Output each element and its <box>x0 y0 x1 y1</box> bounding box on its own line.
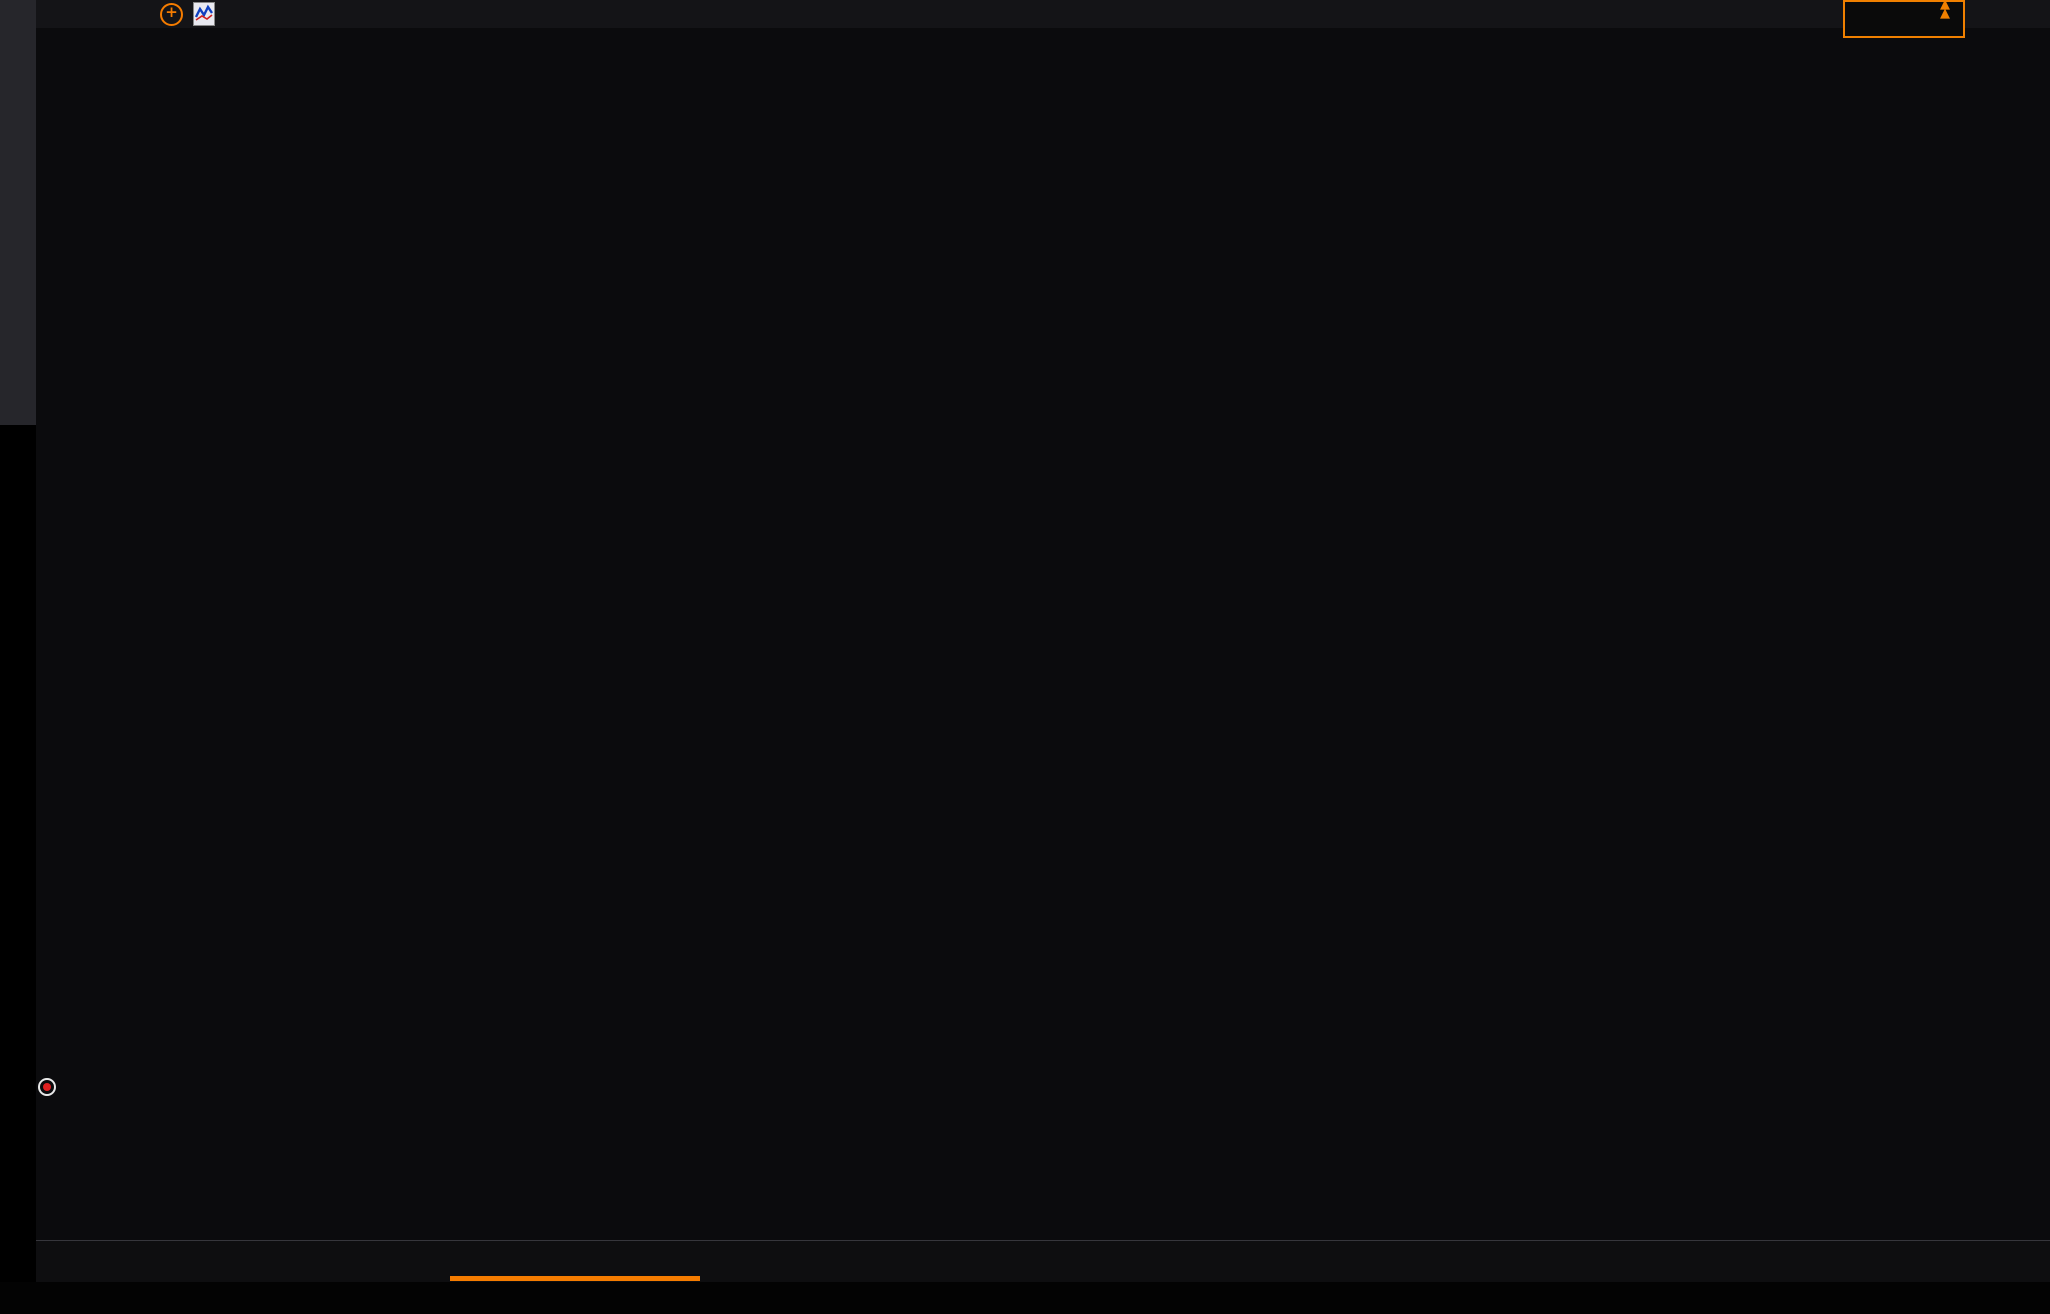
time-axis-row <box>36 1240 2050 1283</box>
record-dot-icon <box>38 1078 56 1096</box>
chart-canvas[interactable] <box>0 28 2050 1282</box>
price-up-arrows-icon: ▲▲ <box>1940 0 1950 18</box>
mini-chart-icon[interactable] <box>193 2 215 26</box>
chart-application: + ▲▲ <box>0 0 2050 1314</box>
horizontal-scrollbar[interactable] <box>450 1276 700 1281</box>
add-indicator-icon[interactable]: + <box>160 3 183 26</box>
indicator-tab-bar <box>0 1282 2050 1314</box>
chart-header: + <box>36 0 2050 28</box>
